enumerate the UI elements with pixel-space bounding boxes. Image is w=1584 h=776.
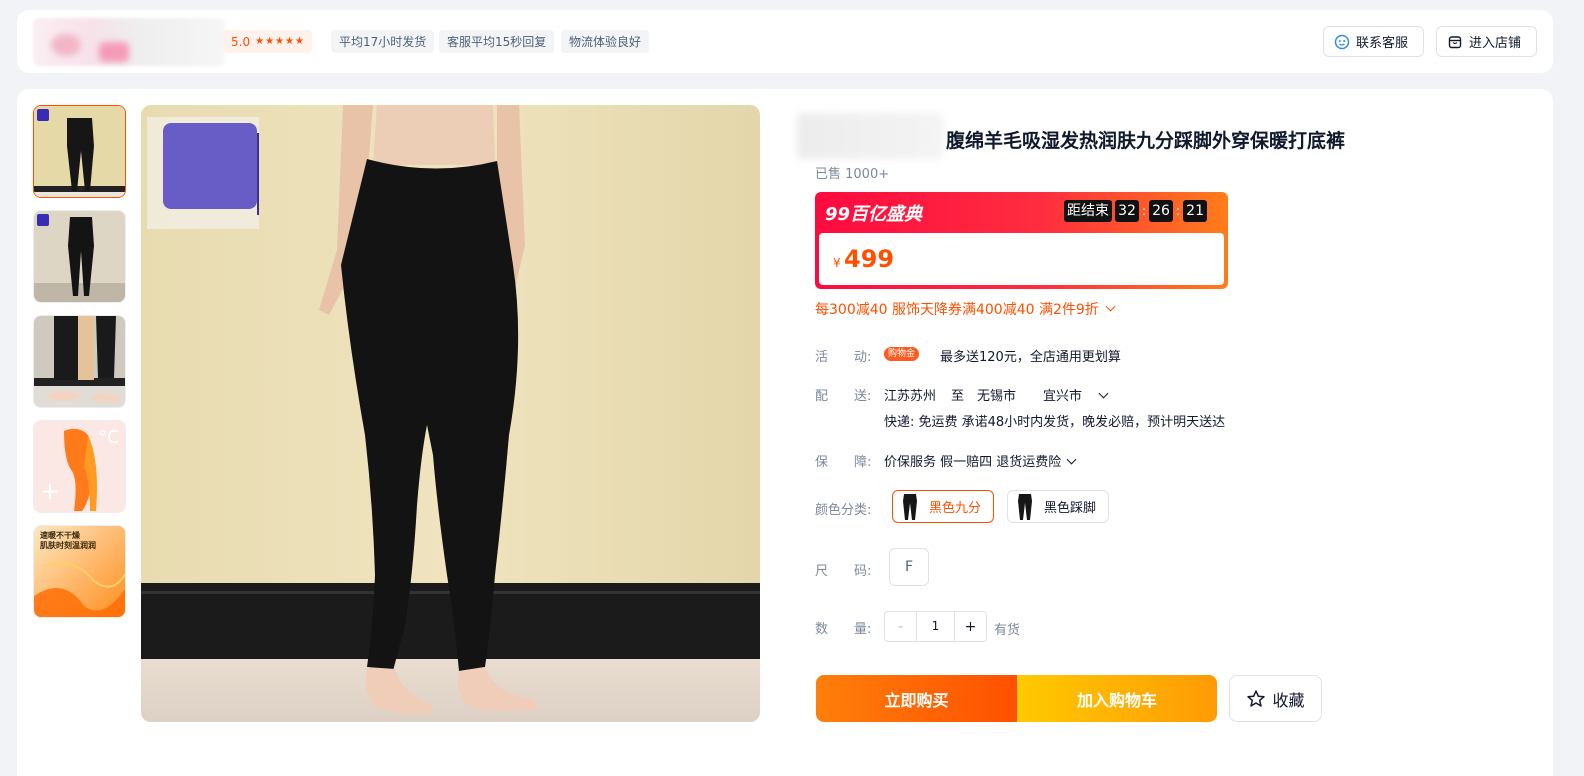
brand-logo-icon xyxy=(37,109,49,121)
contact-service-label: 联系客服 xyxy=(1356,36,1409,51)
color-option-label: 黑色踩脚 xyxy=(1044,501,1097,516)
brand-logo-icon xyxy=(37,214,49,226)
coupon-text: 每300减40 服饰天降券满400减40 满2件9折 xyxy=(815,302,1099,318)
enter-store-label: 进入店铺 xyxy=(1469,36,1522,51)
leggings-thumb-icon xyxy=(903,493,917,520)
svg-text:°C: °C xyxy=(98,427,120,448)
shop-logo[interactable] xyxy=(33,18,225,66)
rating-stars: ★ ★ ★ ★ ★ xyxy=(255,35,304,47)
countdown-hours: 32 xyxy=(1115,200,1139,222)
price-currency: ¥ xyxy=(833,256,841,270)
shipping-speed-chip: 平均17小时发货 xyxy=(331,30,435,53)
thumbnail-item[interactable] xyxy=(33,315,126,408)
customer-service-icon xyxy=(1334,34,1350,49)
favorite-label: 收藏 xyxy=(1272,690,1305,710)
moisture-promo-thumb-image: 速暖不干燥 肌肤时刻温润润 xyxy=(34,526,125,617)
leggings-photo xyxy=(141,105,760,722)
svg-text:速暖不干燥: 速暖不干燥 xyxy=(40,530,81,540)
activity-label: 活 动: xyxy=(815,350,872,365)
countdown-label: 距结束 xyxy=(1064,200,1112,222)
delivery-city[interactable]: 无锡市 xyxy=(977,385,1016,404)
product-title: 腹绵羊毛吸湿发热润肤九分踩脚外穿保暖打底裤 xyxy=(946,130,1346,152)
star-icon: ★ xyxy=(285,35,294,47)
rating-score: 5.0 xyxy=(231,34,251,49)
delivery-district-select[interactable]: 宜兴市 xyxy=(1043,385,1109,404)
add-to-cart-button[interactable]: 加入购物车 xyxy=(1017,675,1217,722)
title-prefix-redacted xyxy=(797,113,943,159)
price-value: 499 xyxy=(844,245,895,273)
leggings-thumb-icon xyxy=(1018,493,1032,520)
color-option-black-cropped[interactable]: 黑色九分 xyxy=(892,490,994,523)
product-card: °C + 速暖不干燥 肌肤时刻温润润 xyxy=(17,89,1553,776)
coupon-dropdown[interactable]: 每300减40 服饰天降券满400减40 满2件9折 xyxy=(815,299,1116,319)
size-option[interactable]: F xyxy=(889,548,929,586)
price-panel: ¥ 499 xyxy=(819,233,1224,285)
quantity-input[interactable]: 1 xyxy=(916,612,955,641)
countdown-timer: 距结束 32 : 26 : 21 xyxy=(1064,200,1208,222)
delivery-to-word: 至 xyxy=(951,389,965,404)
star-icon: ★ xyxy=(255,35,265,47)
thermal-heat-thumb-image: °C + xyxy=(34,421,125,512)
star-outline-icon xyxy=(1247,689,1266,707)
logistics-chip: 物流体验良好 xyxy=(561,30,650,53)
event-logo: 99百亿盛典 xyxy=(825,204,923,225)
color-option-black-stirrup[interactable]: 黑色踩脚 xyxy=(1007,490,1109,523)
thumbnail-item[interactable] xyxy=(33,210,126,303)
color-option-label: 黑色九分 xyxy=(929,501,982,516)
buy-now-button[interactable]: 立即购买 xyxy=(816,675,1017,722)
svg-text:肌肤时刻温润润: 肌肤时刻温润润 xyxy=(39,540,96,550)
chevron-down-icon xyxy=(1066,454,1077,465)
stock-status: 有货 xyxy=(994,623,1021,638)
guarantee-dropdown[interactable]: 价保服务 假一赔四 退货运费险 xyxy=(884,451,1077,470)
activity-text: 最多送120元，全店通用更划算 xyxy=(940,350,1121,365)
shop-rating-badge: 5.0 ★ ★ ★ ★ ★ xyxy=(223,30,312,53)
promo-price-box: 99百亿盛典 距结束 32 : 26 : 21 ¥ 499 xyxy=(815,192,1228,289)
delivery-note: 快递: 免运费 承诺48小时内发货，晚发必赔，预计明天送达 xyxy=(884,415,1226,430)
sold-count: 已售 1000+ xyxy=(815,167,890,182)
thumbnail-item[interactable]: °C + xyxy=(33,420,126,513)
shop-header: 5.0 ★ ★ ★ ★ ★ 平均17小时发货 客服平均15秒回复 物流体验良好 … xyxy=(17,10,1553,73)
favorite-button[interactable]: 收藏 xyxy=(1229,675,1322,722)
star-icon: ★ xyxy=(294,35,304,47)
color-label: 颜色分类: xyxy=(815,503,872,518)
countdown-separator: : xyxy=(1142,204,1147,218)
guarantee-text: 价保服务 假一赔四 退货运费险 xyxy=(884,455,1062,470)
shopping-gold-badge: 购物金 xyxy=(884,347,920,361)
countdown-minutes: 26 xyxy=(1149,200,1174,222)
increase-button[interactable]: + xyxy=(955,612,986,641)
star-icon: ★ xyxy=(265,35,275,47)
decrease-button[interactable]: - xyxy=(885,612,916,641)
delivery-label: 配 送: xyxy=(815,389,872,404)
delivery-district: 宜兴市 xyxy=(1043,389,1083,404)
star-icon: ★ xyxy=(275,35,284,47)
thumbnail-item[interactable] xyxy=(33,105,126,198)
svg-text:+: + xyxy=(40,477,60,505)
delivery-origin: 江苏苏州 xyxy=(884,389,937,404)
main-product-image[interactable] xyxy=(141,105,760,722)
service-reply-chip: 客服平均15秒回复 xyxy=(439,30,555,53)
enter-store-button[interactable]: 进入店铺 xyxy=(1436,26,1537,57)
contact-service-button[interactable]: 联系客服 xyxy=(1323,26,1424,57)
chevron-down-icon xyxy=(1098,388,1109,399)
thumbnail-item[interactable]: 速暖不干燥 肌肤时刻温润润 xyxy=(33,525,126,618)
quantity-stepper: - 1 + xyxy=(884,611,987,642)
chevron-down-icon xyxy=(1105,301,1116,311)
store-icon xyxy=(1448,35,1462,48)
countdown-separator: : xyxy=(1176,204,1181,218)
size-label: 尺 码: xyxy=(815,564,872,579)
fleece-lining-thumb-image xyxy=(34,316,125,407)
guarantee-label: 保 障: xyxy=(815,455,872,470)
quantity-label: 数 量: xyxy=(815,622,872,637)
countdown-seconds: 21 xyxy=(1183,200,1208,222)
